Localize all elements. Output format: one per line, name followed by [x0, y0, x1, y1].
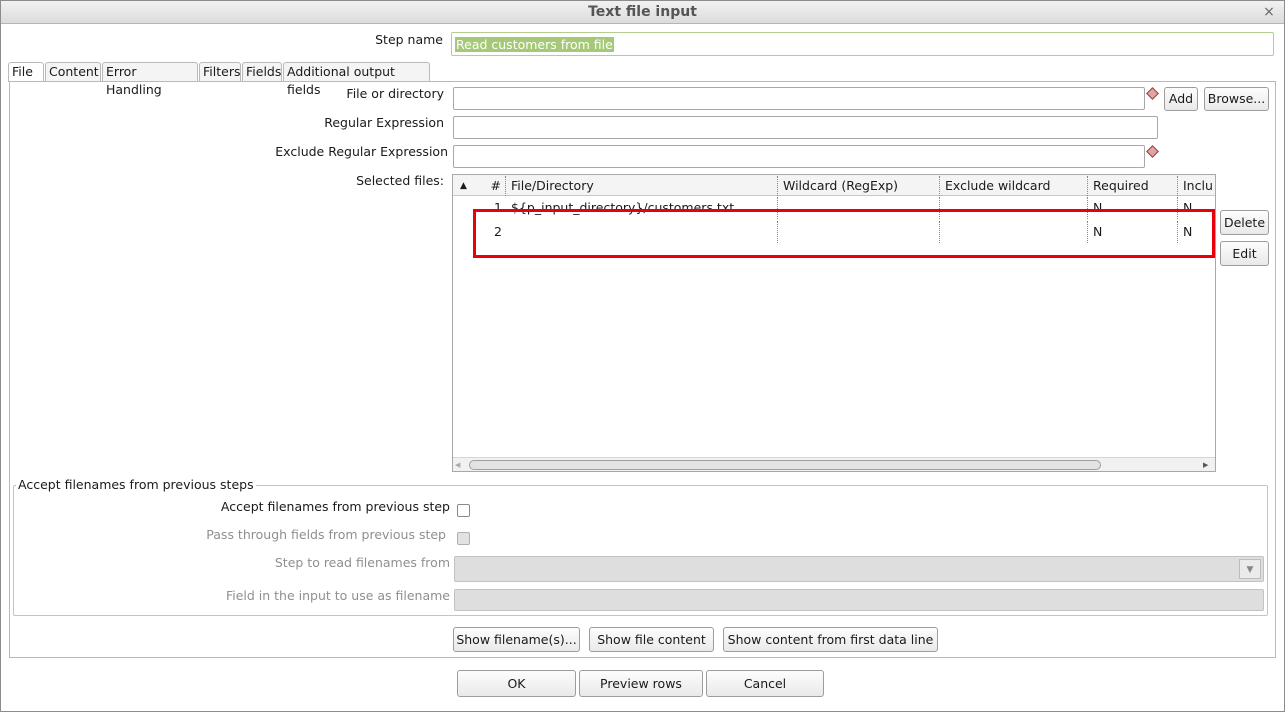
column-header-number[interactable]: #	[480, 176, 506, 196]
row-wildcard[interactable]	[778, 221, 940, 243]
pass-through-checkbox[interactable]	[457, 532, 470, 545]
scroll-left-icon[interactable]: ◀	[455, 459, 465, 471]
selected-files-table[interactable]: ▲ # File/Directory Wildcard (RegExp) Exc…	[452, 174, 1216, 472]
file-or-directory-input[interactable]	[453, 87, 1145, 110]
row-exclude[interactable]	[940, 197, 1088, 219]
scrollbar-thumb[interactable]	[469, 460, 1101, 470]
step-to-read-label: Step to read filenames from	[274, 555, 450, 570]
row-required[interactable]: N	[1088, 221, 1178, 243]
row-exclude[interactable]	[940, 221, 1088, 243]
delete-button[interactable]: Delete	[1220, 210, 1269, 235]
close-icon[interactable]: ×	[1261, 1, 1277, 23]
step-name-value: Read customers from file	[455, 37, 614, 52]
cancel-button[interactable]: Cancel	[706, 670, 824, 697]
field-in-input-field[interactable]	[454, 589, 1264, 611]
field-in-input-label: Field in the input to use as filename	[225, 588, 450, 603]
column-header-exclude-wildcard[interactable]: Exclude wildcard	[940, 176, 1088, 196]
step-name-label: Step name	[375, 32, 443, 47]
preview-rows-button[interactable]: Preview rows	[579, 670, 703, 697]
scroll-right-icon[interactable]: ▶	[1203, 459, 1213, 471]
tab-fields[interactable]: Fields	[242, 62, 282, 81]
step-to-read-select[interactable]: ▼	[454, 556, 1264, 582]
file-or-directory-label: File or directory	[346, 86, 444, 101]
tab-file[interactable]: File	[8, 62, 44, 82]
exclude-regex-input[interactable]	[453, 145, 1145, 168]
show-first-data-line-button[interactable]: Show content from first data line	[723, 627, 938, 652]
add-button[interactable]: Add	[1164, 87, 1198, 111]
accept-filenames-label: Accept filenames from previous step	[220, 499, 450, 514]
table-row[interactable]: 1 ${p_input_directory}/customers.txt N N	[453, 197, 1215, 219]
dropdown-arrow-icon[interactable]: ▼	[1239, 559, 1261, 579]
tab-filters[interactable]: Filters	[199, 62, 241, 81]
column-header-file-directory[interactable]: File/Directory	[506, 176, 778, 196]
row-number: 1	[494, 200, 502, 215]
horizontal-scrollbar[interactable]: ◀ ▶	[453, 457, 1215, 471]
row-required[interactable]: N	[1088, 197, 1178, 219]
row-file[interactable]: ${p_input_directory}/customers.txt	[506, 197, 778, 219]
column-header-include[interactable]: Inclu	[1178, 176, 1215, 196]
accept-filenames-group-title: Accept filenames from previous steps	[16, 477, 256, 493]
row-wildcard[interactable]	[778, 197, 940, 219]
show-file-content-button[interactable]: Show file content	[589, 627, 714, 652]
show-filenames-button[interactable]: Show filename(s)...	[453, 627, 580, 652]
browse-button[interactable]: Browse...	[1204, 87, 1269, 111]
ok-button[interactable]: OK	[457, 670, 576, 697]
sort-ascending-icon[interactable]: ▲	[460, 176, 467, 196]
row-number: 2	[494, 224, 502, 239]
pass-through-label: Pass through fields from previous step	[206, 527, 446, 542]
row-include[interactable]: N	[1178, 221, 1215, 243]
tab-content[interactable]: Content	[45, 62, 101, 81]
dialog-title: Text file input	[1, 1, 1284, 24]
accept-filenames-checkbox[interactable]	[457, 504, 470, 517]
column-header-wildcard[interactable]: Wildcard (RegExp)	[778, 176, 940, 196]
column-header-required[interactable]: Required	[1088, 176, 1178, 196]
selected-files-label: Selected files:	[356, 173, 444, 188]
edit-button[interactable]: Edit	[1220, 241, 1269, 266]
table-row[interactable]: 2 N N	[453, 221, 1215, 243]
step-name-input[interactable]: Read customers from file	[451, 32, 1274, 56]
row-file[interactable]	[506, 221, 778, 243]
row-include[interactable]: N	[1178, 197, 1215, 219]
exclude-regex-label: Exclude Regular Expression	[275, 144, 448, 159]
tab-additional-output-fields[interactable]: Additional output fields	[283, 62, 430, 97]
regex-input[interactable]	[453, 116, 1158, 139]
tab-error-handling[interactable]: Error Handling	[102, 62, 198, 97]
regex-label: Regular Expression	[324, 115, 444, 130]
